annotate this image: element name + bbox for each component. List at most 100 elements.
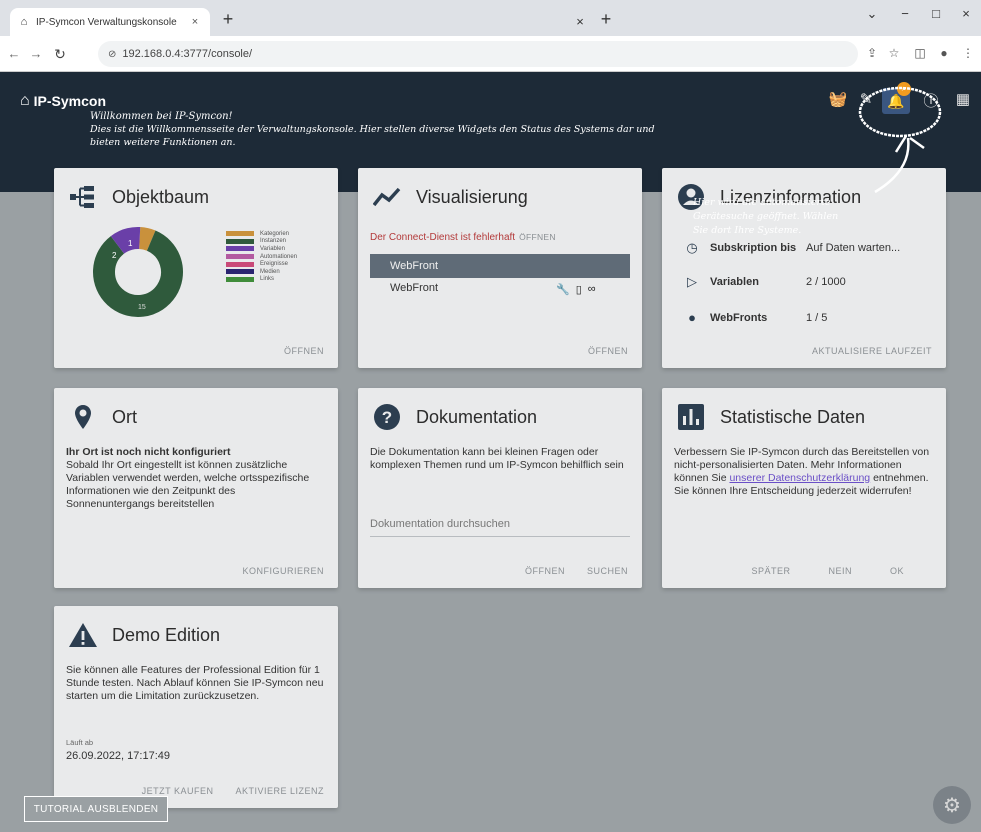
help-icon: ? [372,402,402,432]
ok-button[interactable]: OK [890,566,904,576]
legend-label: Links [260,276,275,283]
trend-icon [372,182,402,212]
url-field[interactable]: ⊘ 192.168.0.4:3777/console/ [98,41,858,67]
card-actions: ÖFFNEN SUCHEN [525,566,628,576]
forward-icon[interactable]: → [28,46,44,62]
card-header: Statistische Daten [676,402,865,432]
edit-icon[interactable]: ✎ [856,90,876,108]
app-brand[interactable]: ⌂ IP-Symcon [20,92,106,110]
ort-body: Ihr Ort ist noch nicht konfiguriert Soba… [66,446,324,511]
apps-grid-icon[interactable]: ▦ [953,90,973,108]
new-tab-button-2[interactable]: + [596,10,616,28]
bookmark-star-icon[interactable]: ☆ [886,46,902,60]
card-objektbaum: Objektbaum 2 1 15 Kategorien Instanzen Var… [54,168,338,368]
home-icon: ⌂ [20,92,30,109]
annotation-line-2: Gerätesuche geöffnet. Wählen [693,211,839,222]
legend-swatch [226,276,254,282]
later-button[interactable]: SPÄTER [751,566,790,576]
share-icon[interactable]: ⇪ [864,46,880,60]
webfront-label: WebFront [390,282,439,294]
card-title: Visualisierung [416,186,528,207]
donut-legend: Kategorien Instanzen Variablen Automationen… [226,230,297,283]
card-statistik: Statistische Daten Verbessern Sie IP-Sym… [662,388,946,588]
minimize-button[interactable]: − [893,6,917,21]
license-key: Variablen [710,276,759,288]
maximize-button[interactable]: □ [924,6,948,21]
menu-icon[interactable]: ⋮ [960,46,976,60]
search-button[interactable]: SUCHEN [587,566,628,576]
card-title: Dokumentation [416,406,538,427]
webfront-row-selected[interactable]: WebFront [370,254,630,278]
expiry-date: 26.09.2022, 17:17:49 [66,750,170,762]
link-icon[interactable]: ∞ [588,283,596,296]
settings-fab[interactable]: ⚙ [933,786,971,824]
activate-license-button[interactable]: AKTIVIERE LIZENZ [235,786,324,796]
reload-icon[interactable]: ↻ [52,46,68,62]
close-window-button[interactable]: × [954,6,978,21]
annotation-line-3: Sie dort Ihre Systeme. [693,225,802,236]
buy-now-button[interactable]: JETZT KAUFEN [142,786,214,796]
svg-text:?: ? [382,408,392,427]
card-actions: JETZT KAUFEN AKTIVIERE LIZENZ [142,786,324,796]
expiry-label: Läuft ab [66,738,94,747]
documentation-search-input[interactable]: Dokumentation durchsuchen [370,518,630,537]
tab-close-icon-2[interactable]: × [570,13,590,31]
donut-segment-kategorien [138,227,156,251]
annotation-line-1: Hier wird die automatisierte [693,197,831,208]
no-button[interactable]: NEIN [828,566,852,576]
tab-search-icon[interactable]: ⌄ [860,6,884,22]
url-text: 192.168.0.4:3777/console/ [122,48,253,60]
legend-swatch [226,269,254,275]
card-demo: Demo Edition Sie können alle Features de… [54,606,338,808]
legend-item: Ereignisse [226,260,297,268]
browser-tab[interactable]: ⌂ IP-Symcon Verwaltungskonsole × [10,8,210,36]
welcome-text: Willkommen bei IP-Symcon! Dies ist die W… [90,110,850,149]
sidepanel-icon[interactable]: ◫ [912,46,928,60]
search-badge-icon: ⌕ [897,82,911,96]
mobile-icon[interactable]: ▯ [576,283,582,296]
card-actions: SPÄTER NEIN OK [751,566,904,576]
configure-button[interactable]: KONFIGURIEREN [242,566,324,576]
site-info-icon[interactable]: ⊘ [108,49,116,60]
ort-description: Sobald Ihr Ort eingestellt ist können zu… [66,459,310,510]
privacy-link[interactable]: unserer Datenschutzerklärung [729,472,870,484]
card-dokumentation: ? Dokumentation Die Dokumentation kann b… [358,388,642,588]
object-donut-chart: 2 1 15 [93,227,183,317]
info-icon[interactable]: ⓘ [921,90,941,111]
wrench-icon[interactable]: 🔧 [556,283,570,296]
welcome-line-2: bieten weitere Funktionen an. [90,137,236,148]
legend-swatch [226,238,254,244]
donut-label-kategorien: 1 [128,239,133,248]
legend-item: Medien [226,268,297,276]
brand-name: IP-Symcon [33,93,107,109]
card-header: ? Dokumentation [372,402,537,432]
connect-open-button[interactable]: ÖFFNEN [519,232,556,242]
browser-address-bar: ← → ↻ ⊘ 192.168.0.4:3777/console/ ⇪ ☆ ◫ … [0,36,981,72]
license-row-subskription: ◷ Subskription bis Auf Daten warten... [684,240,900,256]
compass-icon: ● [688,310,696,325]
open-button[interactable]: ÖFFNEN [525,566,565,576]
legend-swatch [226,261,254,267]
legend-item: Instanzen [226,238,297,246]
license-value: 2 / 1000 [806,276,846,288]
hide-tutorial-button[interactable]: TUTORIAL AUSBLENDEN [24,796,168,822]
profile-icon[interactable]: ● [936,46,952,60]
legend-swatch [226,246,254,252]
card-actions: KONFIGURIEREN [242,566,324,576]
open-button[interactable]: ÖFFNEN [284,346,324,356]
open-button[interactable]: ÖFFNEN [588,346,628,356]
donut-label-variablen: 2 [112,251,117,260]
browser-tab-title: IP-Symcon Verwaltungskonsole [36,16,177,28]
refresh-runtime-button[interactable]: AKTUALISIERE LAUFZEIT [812,346,932,356]
card-title: Objektbaum [112,186,210,207]
webfront-tools: 🔧 ▯ ∞ [556,283,596,296]
statistik-body: Verbessern Sie IP-Symcon durch das Berei… [674,446,936,498]
welcome-title: Willkommen bei IP-Symcon! [90,111,233,122]
tab-close-icon[interactable]: × [188,16,202,28]
bar-chart-icon [676,402,706,432]
card-header: Visualisierung [372,182,528,212]
card-title: Ort [112,406,137,427]
store-icon[interactable]: 🧺 [828,90,848,108]
new-tab-button[interactable]: + [218,10,238,28]
back-icon[interactable]: ← [6,46,22,62]
